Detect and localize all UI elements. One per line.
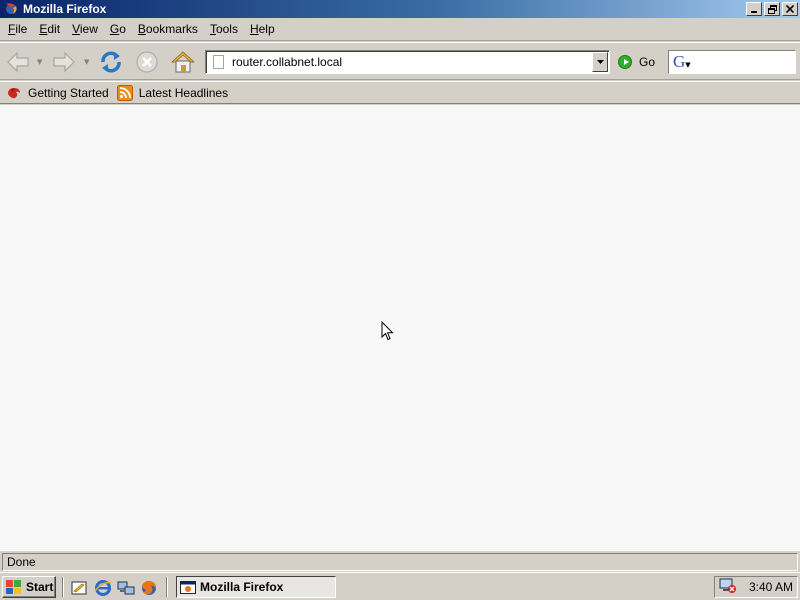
taskbar-firefox-window[interactable]: Mozilla Firefox [176, 576, 336, 598]
task-label: Mozilla Firefox [200, 580, 284, 594]
forward-history-dropdown-icon[interactable]: ▼ [84, 58, 92, 66]
search-engine-dropdown-icon[interactable]: ▼ [685, 61, 690, 69]
url-history-dropdown[interactable] [592, 52, 608, 72]
internet-explorer-icon[interactable] [94, 579, 112, 597]
taskbar: Start Mozilla Firefox 3:40 AM [0, 572, 800, 600]
clock[interactable]: 3:40 AM [749, 580, 793, 594]
bookmarks-toolbar: Getting Started Latest Headlines [0, 81, 800, 104]
url-text[interactable]: router.collabnet.local [232, 55, 592, 69]
menu-bookmarks[interactable]: Bookmarks [132, 18, 204, 41]
bookmark-latest-headlines[interactable]: Latest Headlines [116, 84, 229, 101]
system-tray: 3:40 AM [714, 576, 798, 598]
menu-edit[interactable]: Edit [33, 18, 66, 41]
menu-bar: File Edit View Go Bookmarks Tools Help [0, 18, 800, 41]
go-icon [618, 55, 632, 69]
search-engine-icon[interactable]: G [673, 53, 685, 71]
minimize-icon [751, 11, 757, 13]
taskbar-separator [62, 577, 64, 597]
bookmark-getting-started[interactable]: Getting Started [6, 85, 109, 101]
firefox-bookmark-icon [6, 85, 22, 101]
status-text: Done [2, 553, 798, 571]
chevron-down-icon [596, 60, 604, 64]
page-icon [213, 55, 224, 69]
window-controls [744, 2, 798, 16]
navigation-toolbar: ▼ ▼ router.collabnet.local Go G ▼ [0, 42, 800, 80]
firefox-window-icon [180, 580, 196, 594]
bookmark-label: Latest Headlines [138, 85, 229, 100]
go-button[interactable]: Go [618, 53, 655, 71]
network-icon[interactable] [117, 579, 135, 597]
page-content[interactable] [0, 105, 800, 550]
back-arrow-icon [7, 51, 29, 73]
firefox-app-icon [3, 2, 19, 16]
windows-logo-icon [6, 580, 22, 594]
taskbar-separator [166, 577, 168, 597]
start-label: Start [26, 580, 54, 594]
stop-button[interactable] [132, 47, 162, 77]
window-title: Mozilla Firefox [23, 2, 107, 16]
close-icon [786, 5, 794, 13]
window-titlebar[interactable]: Mozilla Firefox [0, 0, 800, 18]
restore-button[interactable] [764, 2, 780, 16]
bookmark-label: Getting Started [28, 85, 109, 100]
reload-icon [101, 51, 121, 73]
close-button[interactable] [782, 2, 798, 16]
network-disconnected-icon[interactable] [719, 578, 737, 597]
start-button[interactable]: Start [2, 576, 56, 598]
firefox-icon[interactable] [140, 579, 158, 597]
url-bar[interactable]: router.collabnet.local [205, 50, 610, 74]
forward-button[interactable] [49, 47, 79, 77]
menu-tools[interactable]: Tools [204, 18, 244, 41]
menu-file[interactable]: File [2, 18, 33, 41]
forward-arrow-icon [53, 51, 75, 73]
search-box[interactable]: G ▼ [668, 50, 796, 74]
go-label: Go [639, 55, 656, 69]
stop-icon [136, 51, 158, 73]
status-bar: Done [0, 550, 800, 572]
reload-button[interactable] [96, 47, 126, 77]
mouse-pointer-icon [381, 321, 394, 341]
back-history-dropdown-icon[interactable]: ▼ [37, 58, 45, 66]
home-button[interactable] [168, 47, 198, 77]
minimize-button[interactable] [746, 2, 762, 16]
restore-icon [767, 4, 777, 14]
show-desktop-icon[interactable] [70, 579, 88, 597]
menu-help[interactable]: Help [244, 18, 281, 41]
back-button[interactable] [3, 47, 33, 77]
menu-view[interactable]: View [66, 18, 104, 41]
menu-go[interactable]: Go [104, 18, 132, 41]
rss-feed-icon [116, 84, 133, 101]
home-icon [170, 51, 196, 73]
